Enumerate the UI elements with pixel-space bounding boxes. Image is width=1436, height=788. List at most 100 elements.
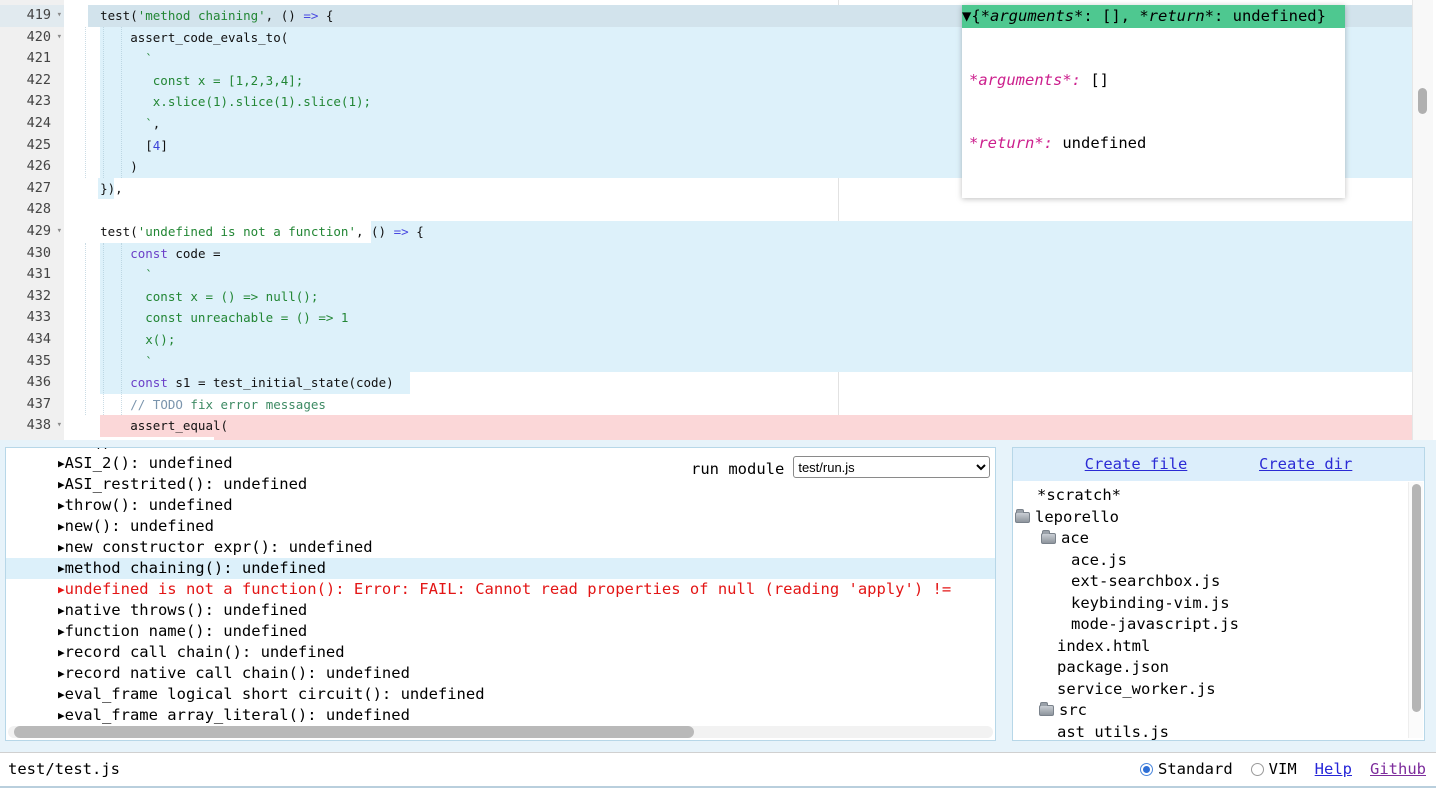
file-name: ace [1061, 529, 1089, 547]
expand-triangle-icon[interactable]: ▶ [58, 604, 65, 617]
create-dir-link[interactable]: Create dir [1259, 454, 1352, 476]
code-line[interactable]: 439 root_calls(s1) [0, 437, 1436, 440]
expand-triangle-icon[interactable]: ▶ [58, 667, 65, 680]
expand-triangle-icon[interactable]: ▶ [58, 625, 65, 638]
indent-guide [103, 243, 104, 416]
test-result-row[interactable]: ▶record native call chain(): undefined [6, 663, 995, 684]
fold-arrow-icon[interactable]: ▾ [57, 27, 62, 49]
code-line[interactable]: 429▾ test('undefined is not a function',… [0, 221, 1436, 243]
file-tree-item[interactable]: keybinding-vim.js [1013, 593, 1408, 615]
file-tree-folder[interactable]: src [1013, 700, 1408, 722]
test-result-row[interactable]: ▶new constructor expr(): undefined [6, 537, 995, 558]
code-line[interactable]: 434 x(); [0, 329, 1436, 351]
test-result-row[interactable]: ▶record call chain(): undefined [6, 642, 995, 663]
code-text: ` [64, 48, 153, 70]
expand-triangle-icon[interactable]: ▶ [58, 541, 65, 554]
expand-triangle-icon[interactable]: ▶ [58, 688, 65, 701]
code-line[interactable]: 438▾ assert_equal( [0, 415, 1436, 437]
radio-unselected-icon[interactable] [1251, 763, 1264, 776]
file-name: service_worker.js [1057, 680, 1216, 698]
status-bar: test/test.js Standard VIM Help Github [0, 752, 1436, 786]
line-number: 429▾ [0, 221, 64, 243]
tooltip-row-arguments: *arguments*: [] [969, 70, 1341, 91]
files-vertical-scrollbar[interactable] [1408, 482, 1423, 738]
expand-triangle-icon[interactable]: ▶ [58, 562, 65, 575]
tooltip-header[interactable]: ▼{*arguments*: [], *return*: undefined} [962, 5, 1345, 28]
test-result-row[interactable]: ▶method chaining(): undefined [6, 558, 995, 579]
line-number: 426 [0, 156, 64, 178]
test-result-row[interactable]: ▶function name(): undefined [6, 621, 995, 642]
expand-triangle-icon[interactable]: ▶ [58, 709, 65, 722]
code-text: ` [64, 351, 153, 373]
file-tree-item[interactable]: ext-searchbox.js [1013, 571, 1408, 593]
expand-triangle-icon[interactable]: ▶ [58, 583, 65, 596]
collapse-triangle-icon[interactable]: ▼{ [962, 7, 981, 25]
tooltip-head-return: *return* [1139, 7, 1214, 25]
run-module-select[interactable]: test/run.js [793, 456, 990, 478]
keybinding-standard-radio[interactable]: Standard [1140, 753, 1233, 786]
file-name: leporello [1035, 508, 1119, 526]
code-line[interactable]: 432 const x = () => null(); [0, 286, 1436, 308]
github-link[interactable]: Github [1370, 753, 1426, 786]
editor-vertical-scrollbar[interactable] [1412, 0, 1433, 440]
test-result-row[interactable]: ▶new(): undefined [6, 516, 995, 537]
expand-triangle-icon[interactable]: ▶ [58, 520, 65, 533]
file-name: package.json [1057, 658, 1169, 676]
code-text: const code = [64, 243, 221, 265]
keybinding-vim-radio[interactable]: VIM [1251, 753, 1297, 786]
fold-arrow-icon[interactable]: ▾ [57, 221, 62, 243]
files-scrollbar-thumb[interactable] [1412, 484, 1421, 712]
tooltip-head-sep: : [], [1083, 7, 1139, 25]
test-result-label: native throws(): undefined [65, 601, 308, 619]
code-text: const x = [1,2,3,4]; [64, 70, 303, 92]
test-result-label: ASI_restrited(): undefined [65, 475, 308, 493]
file-tree-item[interactable]: service_worker.js [1013, 679, 1408, 701]
test-result-row[interactable]: ▶eval_frame array_literal(): undefined [6, 705, 995, 726]
test-result-label: function name(): undefined [65, 622, 308, 640]
code-text: assert_equal( [64, 415, 228, 437]
expand-triangle-icon[interactable]: ▶ [58, 499, 65, 512]
code-line[interactable]: 433 const unreachable = () => 1 [0, 307, 1436, 329]
file-tree-item[interactable]: ace.js [1013, 550, 1408, 572]
editor-scrollbar-thumb[interactable] [1418, 88, 1427, 114]
fold-arrow-icon[interactable]: ▾ [57, 415, 62, 437]
evaluation-highlight [214, 437, 1412, 440]
radio-label: Standard [1158, 753, 1233, 786]
code-text: assert_code_evals_to( [64, 27, 288, 49]
expand-triangle-icon[interactable]: ▶ [58, 457, 65, 470]
test-result-row[interactable]: ▶throw(): undefined [6, 495, 995, 516]
code-line[interactable]: 431 ` [0, 264, 1436, 286]
code-line[interactable]: 437 // TODO fix error messages [0, 394, 1436, 416]
expand-triangle-icon[interactable]: ▶ [58, 646, 65, 659]
current-file-path: test/test.js [8, 753, 120, 786]
code-line[interactable]: 430 const code = [0, 243, 1436, 265]
test-result-label: method chaining(): undefined [65, 559, 326, 577]
fold-arrow-icon[interactable]: ▾ [57, 5, 62, 27]
tooltip-label: *arguments*: [969, 71, 1081, 89]
test-result-row[interactable]: ▶undefined is not a function(): Error: F… [6, 579, 995, 600]
file-tree-item[interactable]: *scratch* [1013, 485, 1408, 507]
code-line[interactable]: 435 ` [0, 351, 1436, 373]
test-result-row[interactable]: ▶eval_frame logical short circuit(): und… [6, 684, 995, 705]
file-tree-item[interactable]: index.html [1013, 636, 1408, 658]
file-tree-folder[interactable]: ace [1013, 528, 1408, 550]
line-number: 433 [0, 307, 64, 329]
file-tree-item[interactable]: package.json [1013, 657, 1408, 679]
file-tree-item[interactable]: mode-javascript.js [1013, 614, 1408, 636]
line-number: 423 [0, 91, 64, 113]
expand-triangle-icon[interactable]: ▶ [58, 478, 65, 491]
file-name: keybinding-vim.js [1071, 594, 1230, 612]
help-link[interactable]: Help [1315, 753, 1352, 786]
code-line[interactable]: 436 const s1 = test_initial_state(code) [0, 372, 1436, 394]
create-file-link[interactable]: Create file [1085, 454, 1188, 476]
expand-triangle-icon[interactable]: ▶ [58, 447, 65, 449]
results-horizontal-scrollbar[interactable] [8, 726, 993, 738]
file-tree-folder[interactable]: leporello [1013, 507, 1408, 529]
radio-selected-icon[interactable] [1140, 763, 1153, 776]
indent-guide [103, 27, 104, 178]
results-scrollbar-thumb[interactable] [14, 726, 694, 738]
code-editor[interactable]: 419▾ test('method chaining', () => {420▾… [0, 0, 1436, 440]
test-result-row[interactable]: ▶native throws(): undefined [6, 600, 995, 621]
code-line[interactable]: 428 [0, 199, 1436, 221]
file-tree-item[interactable]: ast_utils.js [1013, 722, 1408, 742]
